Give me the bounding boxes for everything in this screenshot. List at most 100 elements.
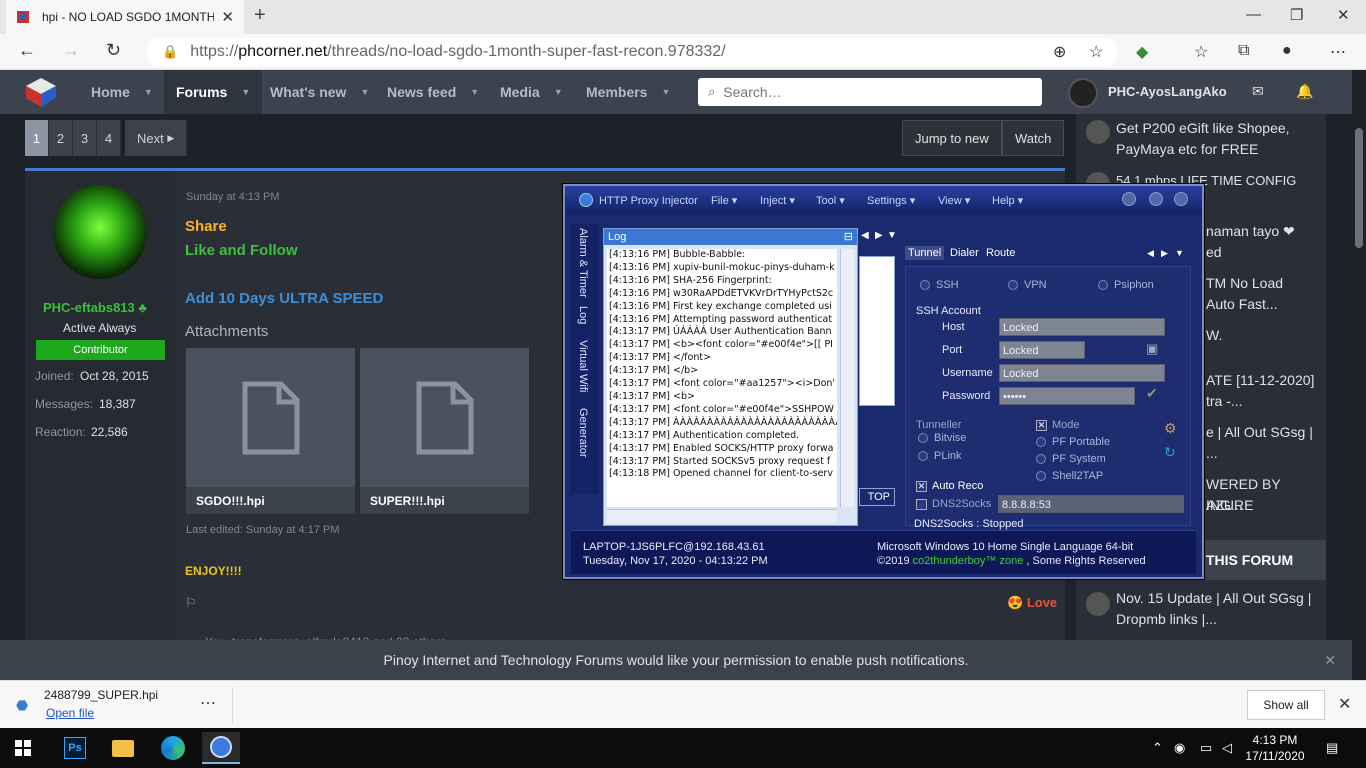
avatar[interactable] xyxy=(1068,78,1098,108)
poster-avatar[interactable] xyxy=(53,185,147,279)
post-date[interactable]: Sunday at 4:13 PM xyxy=(186,191,280,203)
sidebar-thread[interactable]: Get P200 eGift like Shopee, PayMaya etc … xyxy=(1116,118,1316,160)
tab-log[interactable]: Log xyxy=(577,306,589,324)
nav-members[interactable]: Members ▼ xyxy=(586,70,670,114)
radio-pf-portable[interactable]: PF Portable xyxy=(1036,436,1110,448)
radio-plink[interactable]: PLink xyxy=(918,450,962,462)
more-options-icon[interactable]: ⋯ xyxy=(200,693,216,713)
profile-icon[interactable]: ● xyxy=(1282,42,1292,60)
page-link-3[interactable]: 3 xyxy=(73,120,97,156)
new-tab-icon[interactable]: + xyxy=(254,4,266,27)
hpi-close-icon[interactable] xyxy=(1174,192,1188,206)
edge-browser-icon[interactable] xyxy=(154,732,192,764)
sidebar-thread[interactable]: e | All Out SGsg | xyxy=(1206,422,1321,443)
close-window-icon[interactable]: ✕ xyxy=(1337,6,1350,24)
tab-tunnel[interactable]: Tunnel xyxy=(905,246,945,260)
tab-alarm-timer[interactable]: Alarm & Timer xyxy=(577,228,589,298)
dns-field[interactable]: 8.8.8.8:53 xyxy=(998,495,1184,513)
menu-file[interactable]: File ▾ xyxy=(711,194,737,207)
wifi-icon[interactable]: ◉ xyxy=(1174,740,1185,756)
tab-route[interactable]: Route xyxy=(983,246,1018,260)
site-search[interactable]: ⌕ xyxy=(698,78,1042,106)
collections-icon[interactable]: ⧉ xyxy=(1238,42,1249,60)
jump-to-new-button[interactable]: Jump to new xyxy=(902,120,1002,156)
menu-tool[interactable]: Tool ▾ xyxy=(816,194,845,207)
download-filename[interactable]: 2488799_SUPER.hpi xyxy=(44,688,158,702)
nav-forums[interactable]: Forums ▼ xyxy=(164,70,263,114)
page-link-1[interactable]: 1 xyxy=(25,120,49,156)
radio-vpn[interactable]: VPN xyxy=(1008,279,1047,291)
close-icon[interactable]: ✕ xyxy=(1324,640,1336,680)
add-icon[interactable]: ⊕ xyxy=(1053,42,1066,62)
close-icon[interactable]: ✕ xyxy=(1338,694,1351,714)
arrow-right-icon[interactable]: ▶ xyxy=(875,230,883,241)
arrow-left-icon[interactable]: ◀ xyxy=(861,230,869,241)
forward-icon[interactable]: → xyxy=(62,40,80,61)
clock[interactable]: 4:13 PM 17/11/2020 xyxy=(1240,732,1310,764)
arrow-left-icon[interactable]: ◀ xyxy=(1147,248,1154,259)
nav-home[interactable]: Home ▼ xyxy=(91,70,153,114)
port-field[interactable]: Locked xyxy=(999,341,1085,359)
refresh-icon[interactable]: ↻ xyxy=(1164,444,1176,461)
log-body[interactable]: [4:13:16 PM] Bubble-Babble: [4:13:16 PM] … xyxy=(607,249,837,507)
chevron-down-icon[interactable]: ▼ xyxy=(887,230,897,241)
sidebar-thread[interactable]: Auto Fast... xyxy=(1206,294,1316,315)
sidebar-thread[interactable]: ed xyxy=(1206,242,1316,263)
refresh-icon[interactable]: ↻ xyxy=(106,40,121,61)
photoshop-app-icon[interactable]: Ps xyxy=(56,732,94,764)
mode-checkbox[interactable]: ✕ Mode xyxy=(1036,419,1080,431)
site-logo-icon[interactable] xyxy=(24,76,58,108)
attachment-card[interactable]: SGDO!!!.hpi xyxy=(186,348,355,514)
sidebar-thread[interactable]: TM No Load xyxy=(1206,273,1316,294)
chevron-up-icon[interactable]: ⌃ xyxy=(1152,740,1163,756)
open-file-link[interactable]: Open file xyxy=(46,706,94,720)
search-input[interactable] xyxy=(723,84,1024,100)
url-field[interactable]: 🔒 https://phcorner.net/threads/no-load-s… xyxy=(146,38,1118,66)
back-icon[interactable]: ← xyxy=(18,40,36,61)
browser-tab[interactable]: hpi - NO LOAD SGDO 1MONTH ✕ xyxy=(6,0,244,34)
battery-icon[interactable]: ▭ xyxy=(1200,740,1212,756)
gear-icon[interactable]: ⚙ xyxy=(1164,420,1177,437)
radio-shell2tap[interactable]: Shell2TAP xyxy=(1036,470,1103,482)
extension-icon[interactable]: ◆ xyxy=(1136,42,1148,62)
sidebar-thread[interactable]: ATE [11-12-2020] xyxy=(1206,370,1321,391)
favorite-star-icon[interactable]: ☆ xyxy=(1089,42,1103,62)
sidebar-thread[interactable]: Nov. 15 Update | All Out SGsg | Dropmb l… xyxy=(1116,588,1316,630)
mail-icon[interactable]: ✉ xyxy=(1252,83,1264,100)
file-explorer-icon[interactable] xyxy=(104,732,142,764)
favorites-list-icon[interactable]: ☆ xyxy=(1194,42,1208,62)
close-tab-icon[interactable]: ✕ xyxy=(221,8,234,26)
more-menu-icon[interactable]: ⋯ xyxy=(1330,42,1346,62)
username[interactable]: PHC-AyosLangAko xyxy=(1108,84,1227,99)
minimize-icon[interactable]: — xyxy=(1246,6,1261,23)
hpi-maximize-icon[interactable] xyxy=(1149,192,1163,206)
tab-generator[interactable]: Generator xyxy=(577,408,589,458)
sidebar-thread[interactable]: tra -... xyxy=(1206,391,1316,412)
host-field[interactable]: Locked xyxy=(999,318,1165,336)
log-horizontal-scrollbar[interactable] xyxy=(607,509,837,523)
volume-icon[interactable]: ◁ xyxy=(1222,740,1232,756)
page-scrollbar[interactable] xyxy=(1352,70,1366,680)
save-icon[interactable]: ▣ xyxy=(1146,341,1158,357)
windows-start-icon[interactable] xyxy=(15,740,31,756)
page-link-2[interactable]: 2 xyxy=(49,120,73,156)
hpi-minimize-icon[interactable] xyxy=(1122,192,1136,206)
sidebar-thread[interactable]: ING... xyxy=(1206,495,1316,516)
password-field[interactable]: •••••• xyxy=(999,387,1135,405)
radio-ssh[interactable]: SSH xyxy=(920,279,959,291)
attachment-card[interactable]: SUPER!!!.hpi xyxy=(360,348,529,514)
nav-news-feed[interactable]: News feed ▼ xyxy=(387,70,479,114)
page-link-4[interactable]: 4 xyxy=(97,120,121,156)
show-all-button[interactable]: Show all xyxy=(1247,690,1325,720)
bell-icon[interactable]: 🔔 xyxy=(1296,83,1313,100)
next-page-button[interactable]: Next ▶ xyxy=(125,120,188,156)
menu-help[interactable]: Help ▾ xyxy=(992,194,1023,207)
menu-inject[interactable]: Inject ▾ xyxy=(760,194,795,207)
sidebar-thread[interactable]: ... xyxy=(1206,443,1316,464)
restore-icon[interactable]: ❐ xyxy=(1290,6,1303,24)
radio-pf-system[interactable]: PF System xyxy=(1036,453,1106,465)
notification-center-icon[interactable]: ▤ xyxy=(1326,740,1338,756)
username-field[interactable]: Locked xyxy=(999,364,1165,382)
radio-bitvise[interactable]: Bitvise xyxy=(918,432,966,444)
dns2socks-checkbox[interactable]: DNS2Socks xyxy=(916,498,991,510)
